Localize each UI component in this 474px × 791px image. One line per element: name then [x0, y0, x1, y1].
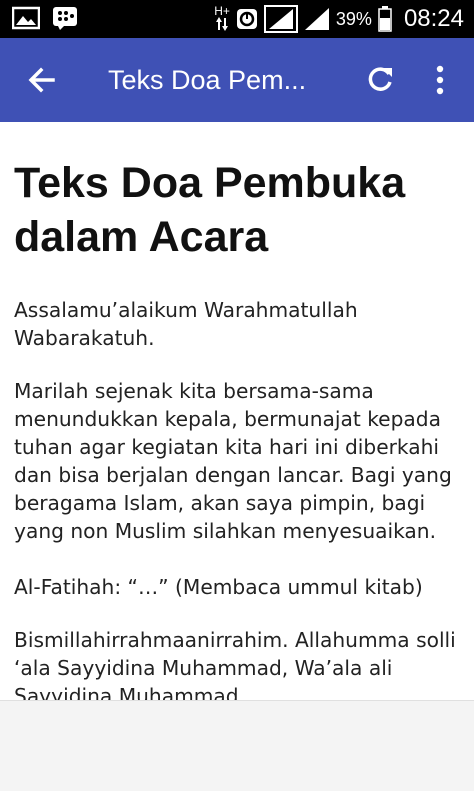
status-bar: H+ 39% 08:24: [0, 0, 474, 38]
more-vert-icon: [436, 65, 444, 95]
network-indicator: H+: [214, 3, 230, 33]
app-bar-title: Teks Doa Pem...: [108, 65, 307, 95]
paragraph-opening: Marilah sejenak kita bersama-sama menund…: [14, 379, 452, 543]
article-content[interactable]: Teks Doa Pembuka dalam Acara Assalamu’al…: [0, 122, 474, 700]
bottom-ad-area: [0, 700, 474, 791]
status-bar-system: H+ 39% 08:24: [214, 4, 464, 34]
article-heading: Teks Doa Pembuka dalam Acara: [14, 159, 406, 261]
signal-icon: [263, 5, 298, 33]
circle-icon: [236, 9, 257, 29]
image-icon: [12, 6, 40, 30]
data-arrows-icon: [216, 16, 229, 31]
overflow-menu-button[interactable]: [426, 62, 454, 98]
battery-icon: [378, 6, 392, 32]
arrow-back-icon: [28, 67, 55, 93]
network-type-label: H+: [214, 3, 230, 18]
refresh-icon: [368, 67, 392, 91]
clock: 08:24: [403, 5, 464, 32]
back-button[interactable]: [24, 62, 60, 98]
bbm-icon: [53, 7, 77, 30]
signal-icon-2: [304, 8, 329, 30]
status-bar-notifications: [12, 6, 78, 30]
battery-percent: 39%: [335, 8, 372, 29]
paragraph-greeting: Assalamu’alaikum Warahmatullah Wabarakat…: [14, 298, 358, 350]
app-bar: Teks Doa Pem...: [0, 38, 474, 122]
paragraph-fatihah: Al-Fatihah: “…” (Membaca ummul kitab): [14, 575, 423, 599]
paragraph-bismillah: Bismillahirrahmaanirrahim. Allahumma sol…: [14, 628, 456, 700]
refresh-button[interactable]: [362, 62, 398, 98]
